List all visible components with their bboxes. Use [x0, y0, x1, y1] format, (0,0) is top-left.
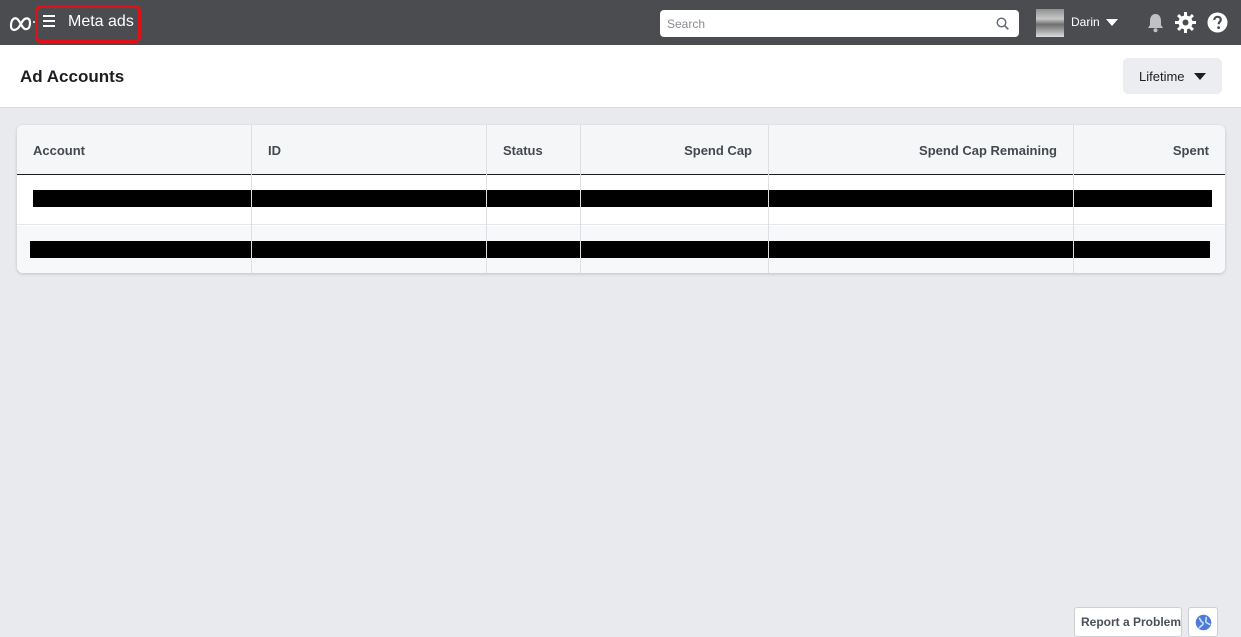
- column-header-spent[interactable]: Spent: [1173, 125, 1209, 175]
- column-header-account[interactable]: Account: [33, 125, 85, 175]
- help-icon[interactable]: [1207, 12, 1228, 33]
- redacted-content: [33, 190, 1212, 207]
- search-icon[interactable]: [996, 17, 1009, 30]
- date-range-label: Lifetime: [1139, 69, 1185, 84]
- search-input[interactable]: [660, 10, 990, 37]
- column-divider: [580, 125, 581, 273]
- column-header-spend-cap-remaining[interactable]: Spend Cap Remaining: [919, 125, 1057, 175]
- menu-icon[interactable]: [43, 15, 57, 29]
- globe-icon: [1195, 614, 1212, 631]
- report-problem-button[interactable]: Report a Problem: [1074, 607, 1182, 637]
- column-divider: [1073, 125, 1074, 273]
- chevron-down-icon: [1194, 73, 1206, 80]
- table-row[interactable]: [17, 176, 1225, 225]
- meta-logo-icon[interactable]: [8, 12, 36, 32]
- app-title[interactable]: Meta ads: [68, 13, 134, 31]
- column-header-status[interactable]: Status: [503, 125, 543, 175]
- gear-icon[interactable]: [1175, 12, 1196, 33]
- redacted-content: [30, 241, 1210, 258]
- column-header-id[interactable]: ID: [268, 125, 281, 175]
- page-header: Ad Accounts Lifetime: [0, 45, 1241, 108]
- bell-icon[interactable]: [1146, 13, 1165, 33]
- search-box[interactable]: [660, 10, 1019, 37]
- page-title: Ad Accounts: [20, 67, 125, 86]
- date-range-dropdown[interactable]: Lifetime: [1123, 58, 1222, 94]
- table-row[interactable]: [17, 226, 1225, 273]
- chevron-down-icon[interactable]: [1106, 18, 1118, 26]
- table-header: Account ID Status Spend Cap Spend Cap Re…: [17, 125, 1225, 175]
- top-navigation-bar: Meta ads Darin: [0, 0, 1241, 45]
- column-header-spend-cap[interactable]: Spend Cap: [684, 125, 752, 175]
- column-divider: [768, 125, 769, 273]
- column-divider: [251, 125, 252, 273]
- language-button[interactable]: [1188, 607, 1218, 637]
- ad-accounts-table: Account ID Status Spend Cap Spend Cap Re…: [17, 125, 1225, 273]
- column-divider: [486, 125, 487, 273]
- avatar[interactable]: [1036, 9, 1064, 37]
- user-name[interactable]: Darin: [1071, 15, 1100, 29]
